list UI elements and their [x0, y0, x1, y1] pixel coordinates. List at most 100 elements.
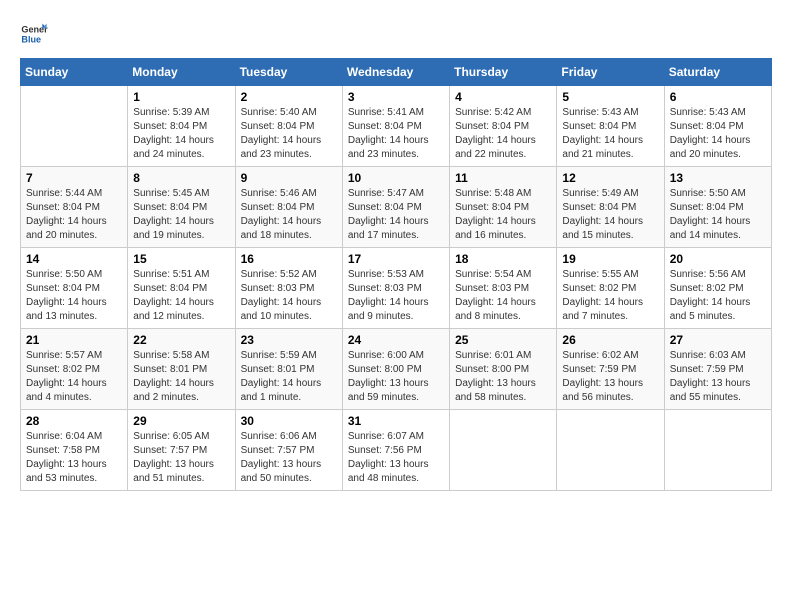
calendar-cell: 3 Sunrise: 5:41 AMSunset: 8:04 PMDayligh… [342, 86, 449, 167]
calendar-cell: 29 Sunrise: 6:05 AMSunset: 7:57 PMDaylig… [128, 410, 235, 491]
day-info: Sunrise: 5:48 AMSunset: 8:04 PMDaylight:… [455, 187, 551, 243]
day-number: 21 [26, 333, 122, 347]
calendar-cell: 2 Sunrise: 5:40 AMSunset: 8:04 PMDayligh… [235, 86, 342, 167]
day-number: 29 [133, 414, 229, 428]
week-row-4: 21 Sunrise: 5:57 AMSunset: 8:02 PMDaylig… [21, 329, 772, 410]
calendar-cell: 31 Sunrise: 6:07 AMSunset: 7:56 PMDaylig… [342, 410, 449, 491]
day-number: 3 [348, 90, 444, 104]
day-info: Sunrise: 5:47 AMSunset: 8:04 PMDaylight:… [348, 187, 444, 243]
header: General Blue [20, 20, 772, 48]
day-info: Sunrise: 5:50 AMSunset: 8:04 PMDaylight:… [670, 187, 766, 243]
weekday-header-monday: Monday [128, 59, 235, 86]
day-info: Sunrise: 5:43 AMSunset: 8:04 PMDaylight:… [670, 106, 766, 162]
day-number: 6 [670, 90, 766, 104]
weekday-header-saturday: Saturday [664, 59, 771, 86]
day-info: Sunrise: 6:01 AMSunset: 8:00 PMDaylight:… [455, 349, 551, 405]
svg-text:Blue: Blue [21, 34, 41, 44]
day-number: 5 [562, 90, 658, 104]
day-number: 27 [670, 333, 766, 347]
day-info: Sunrise: 5:44 AMSunset: 8:04 PMDaylight:… [26, 187, 122, 243]
calendar-cell: 11 Sunrise: 5:48 AMSunset: 8:04 PMDaylig… [450, 167, 557, 248]
day-number: 13 [670, 171, 766, 185]
day-info: Sunrise: 5:40 AMSunset: 8:04 PMDaylight:… [241, 106, 337, 162]
day-info: Sunrise: 6:04 AMSunset: 7:58 PMDaylight:… [26, 430, 122, 486]
calendar-cell: 30 Sunrise: 6:06 AMSunset: 7:57 PMDaylig… [235, 410, 342, 491]
day-number: 4 [455, 90, 551, 104]
calendar-cell: 15 Sunrise: 5:51 AMSunset: 8:04 PMDaylig… [128, 248, 235, 329]
day-info: Sunrise: 6:05 AMSunset: 7:57 PMDaylight:… [133, 430, 229, 486]
day-number: 19 [562, 252, 658, 266]
calendar-cell: 8 Sunrise: 5:45 AMSunset: 8:04 PMDayligh… [128, 167, 235, 248]
calendar-cell: 6 Sunrise: 5:43 AMSunset: 8:04 PMDayligh… [664, 86, 771, 167]
day-info: Sunrise: 5:58 AMSunset: 8:01 PMDaylight:… [133, 349, 229, 405]
day-number: 31 [348, 414, 444, 428]
day-number: 15 [133, 252, 229, 266]
weekday-header-friday: Friday [557, 59, 664, 86]
calendar-cell: 17 Sunrise: 5:53 AMSunset: 8:03 PMDaylig… [342, 248, 449, 329]
calendar-cell: 27 Sunrise: 6:03 AMSunset: 7:59 PMDaylig… [664, 329, 771, 410]
day-number: 2 [241, 90, 337, 104]
calendar-cell [21, 86, 128, 167]
weekday-header-tuesday: Tuesday [235, 59, 342, 86]
calendar-cell: 20 Sunrise: 5:56 AMSunset: 8:02 PMDaylig… [664, 248, 771, 329]
day-info: Sunrise: 5:43 AMSunset: 8:04 PMDaylight:… [562, 106, 658, 162]
day-number: 11 [455, 171, 551, 185]
day-info: Sunrise: 5:41 AMSunset: 8:04 PMDaylight:… [348, 106, 444, 162]
day-info: Sunrise: 5:45 AMSunset: 8:04 PMDaylight:… [133, 187, 229, 243]
calendar-cell: 24 Sunrise: 6:00 AMSunset: 8:00 PMDaylig… [342, 329, 449, 410]
day-info: Sunrise: 6:02 AMSunset: 7:59 PMDaylight:… [562, 349, 658, 405]
day-info: Sunrise: 5:57 AMSunset: 8:02 PMDaylight:… [26, 349, 122, 405]
day-info: Sunrise: 6:00 AMSunset: 8:00 PMDaylight:… [348, 349, 444, 405]
day-info: Sunrise: 5:42 AMSunset: 8:04 PMDaylight:… [455, 106, 551, 162]
calendar-cell [450, 410, 557, 491]
day-info: Sunrise: 5:56 AMSunset: 8:02 PMDaylight:… [670, 268, 766, 324]
calendar-cell [557, 410, 664, 491]
weekday-header-wednesday: Wednesday [342, 59, 449, 86]
day-number: 20 [670, 252, 766, 266]
day-number: 24 [348, 333, 444, 347]
day-number: 30 [241, 414, 337, 428]
day-number: 9 [241, 171, 337, 185]
day-info: Sunrise: 5:51 AMSunset: 8:04 PMDaylight:… [133, 268, 229, 324]
calendar-cell: 12 Sunrise: 5:49 AMSunset: 8:04 PMDaylig… [557, 167, 664, 248]
day-info: Sunrise: 5:52 AMSunset: 8:03 PMDaylight:… [241, 268, 337, 324]
day-number: 7 [26, 171, 122, 185]
day-info: Sunrise: 5:54 AMSunset: 8:03 PMDaylight:… [455, 268, 551, 324]
calendar-cell: 23 Sunrise: 5:59 AMSunset: 8:01 PMDaylig… [235, 329, 342, 410]
day-number: 16 [241, 252, 337, 266]
day-number: 22 [133, 333, 229, 347]
day-number: 10 [348, 171, 444, 185]
calendar-cell: 5 Sunrise: 5:43 AMSunset: 8:04 PMDayligh… [557, 86, 664, 167]
day-info: Sunrise: 5:50 AMSunset: 8:04 PMDaylight:… [26, 268, 122, 324]
calendar-cell: 26 Sunrise: 6:02 AMSunset: 7:59 PMDaylig… [557, 329, 664, 410]
calendar-cell: 14 Sunrise: 5:50 AMSunset: 8:04 PMDaylig… [21, 248, 128, 329]
day-number: 18 [455, 252, 551, 266]
calendar-cell: 9 Sunrise: 5:46 AMSunset: 8:04 PMDayligh… [235, 167, 342, 248]
day-info: Sunrise: 5:59 AMSunset: 8:01 PMDaylight:… [241, 349, 337, 405]
day-info: Sunrise: 5:39 AMSunset: 8:04 PMDaylight:… [133, 106, 229, 162]
day-info: Sunrise: 6:07 AMSunset: 7:56 PMDaylight:… [348, 430, 444, 486]
week-row-5: 28 Sunrise: 6:04 AMSunset: 7:58 PMDaylig… [21, 410, 772, 491]
week-row-3: 14 Sunrise: 5:50 AMSunset: 8:04 PMDaylig… [21, 248, 772, 329]
calendar-cell: 19 Sunrise: 5:55 AMSunset: 8:02 PMDaylig… [557, 248, 664, 329]
day-info: Sunrise: 6:06 AMSunset: 7:57 PMDaylight:… [241, 430, 337, 486]
calendar-cell: 4 Sunrise: 5:42 AMSunset: 8:04 PMDayligh… [450, 86, 557, 167]
logo: General Blue [20, 20, 48, 48]
day-number: 28 [26, 414, 122, 428]
calendar-cell: 22 Sunrise: 5:58 AMSunset: 8:01 PMDaylig… [128, 329, 235, 410]
calendar-cell: 28 Sunrise: 6:04 AMSunset: 7:58 PMDaylig… [21, 410, 128, 491]
day-number: 1 [133, 90, 229, 104]
day-number: 23 [241, 333, 337, 347]
week-row-1: 1 Sunrise: 5:39 AMSunset: 8:04 PMDayligh… [21, 86, 772, 167]
calendar-cell: 25 Sunrise: 6:01 AMSunset: 8:00 PMDaylig… [450, 329, 557, 410]
calendar-cell: 21 Sunrise: 5:57 AMSunset: 8:02 PMDaylig… [21, 329, 128, 410]
weekday-header-sunday: Sunday [21, 59, 128, 86]
logo-icon: General Blue [20, 20, 48, 48]
calendar-cell: 16 Sunrise: 5:52 AMSunset: 8:03 PMDaylig… [235, 248, 342, 329]
day-info: Sunrise: 5:49 AMSunset: 8:04 PMDaylight:… [562, 187, 658, 243]
weekday-header-thursday: Thursday [450, 59, 557, 86]
day-number: 12 [562, 171, 658, 185]
calendar-cell: 13 Sunrise: 5:50 AMSunset: 8:04 PMDaylig… [664, 167, 771, 248]
weekday-header-row: SundayMondayTuesdayWednesdayThursdayFrid… [21, 59, 772, 86]
week-row-2: 7 Sunrise: 5:44 AMSunset: 8:04 PMDayligh… [21, 167, 772, 248]
